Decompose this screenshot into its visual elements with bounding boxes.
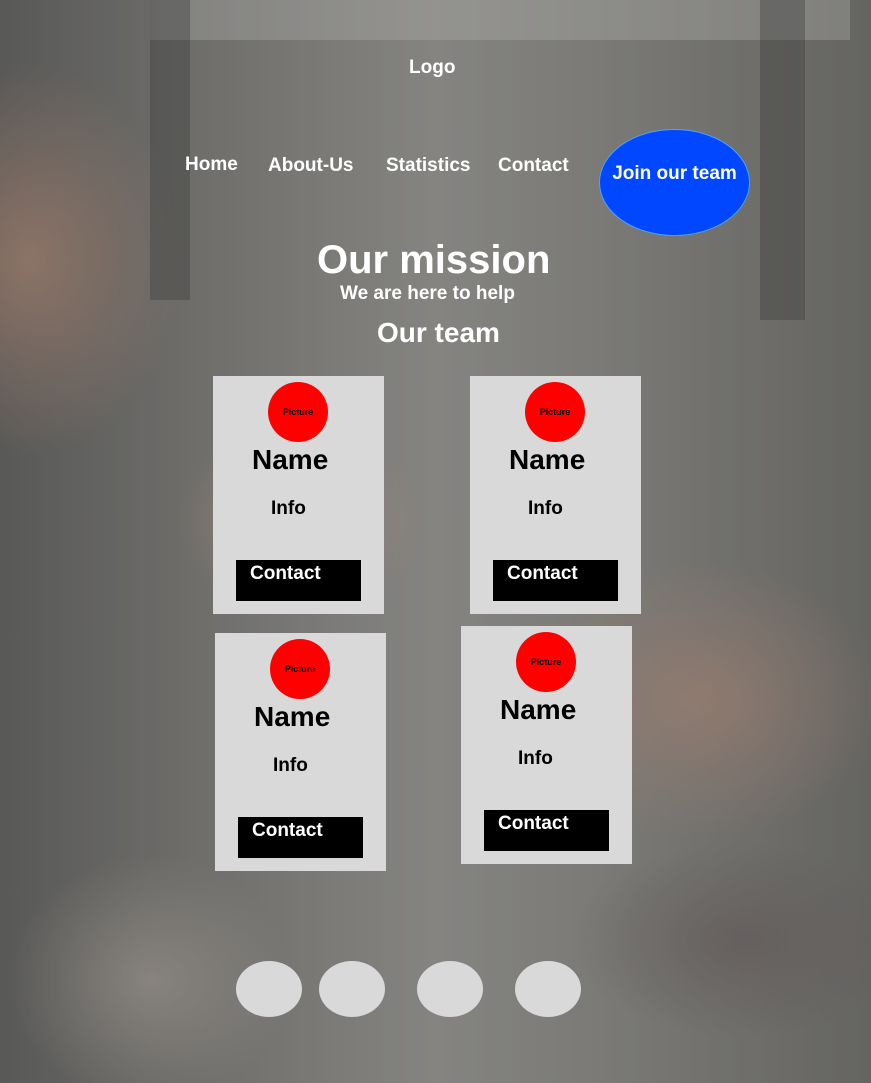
contact-button[interactable]: Contact xyxy=(484,810,609,851)
member-name: Name xyxy=(252,444,329,475)
mission-title: Our mission xyxy=(317,238,551,282)
team-card: Picture Name Info Contact xyxy=(215,633,386,871)
member-info: Info xyxy=(271,498,306,519)
pagination-dot-1[interactable] xyxy=(236,961,302,1017)
picture-placeholder: Picture xyxy=(268,382,328,442)
background-pillar xyxy=(760,0,805,320)
nav-about-us[interactable]: About-Us xyxy=(268,155,353,177)
member-name: Name xyxy=(500,694,577,725)
picture-placeholder: Picture xyxy=(270,639,330,699)
picture-placeholder: Picture xyxy=(516,632,576,692)
nav-home[interactable]: Home xyxy=(185,154,238,176)
contact-button[interactable]: Contact xyxy=(238,817,363,858)
member-info: Info xyxy=(518,748,553,769)
pagination-dot-2[interactable] xyxy=(319,961,385,1017)
pagination-dot-4[interactable] xyxy=(515,961,581,1017)
picture-placeholder: Picture xyxy=(525,382,585,442)
join-our-team-button[interactable]: Join our team xyxy=(599,129,750,236)
nav-statistics[interactable]: Statistics xyxy=(386,155,470,177)
logo[interactable]: Logo xyxy=(409,57,455,79)
mission-subtitle: We are here to help xyxy=(340,283,515,304)
team-title: Our team xyxy=(377,317,500,348)
team-card: Picture Name Info Contact xyxy=(213,376,384,614)
team-card: Picture Name Info Contact xyxy=(470,376,641,614)
member-name: Name xyxy=(509,444,586,475)
contact-button[interactable]: Contact xyxy=(236,560,361,601)
team-card: Picture Name Info Contact xyxy=(461,626,632,864)
contact-button[interactable]: Contact xyxy=(493,560,618,601)
member-info: Info xyxy=(528,498,563,519)
background-pillar xyxy=(150,0,190,300)
member-name: Name xyxy=(254,701,331,732)
member-info: Info xyxy=(273,755,308,776)
background-window xyxy=(150,0,850,40)
nav-contact[interactable]: Contact xyxy=(498,155,569,177)
pagination-dot-3[interactable] xyxy=(417,961,483,1017)
